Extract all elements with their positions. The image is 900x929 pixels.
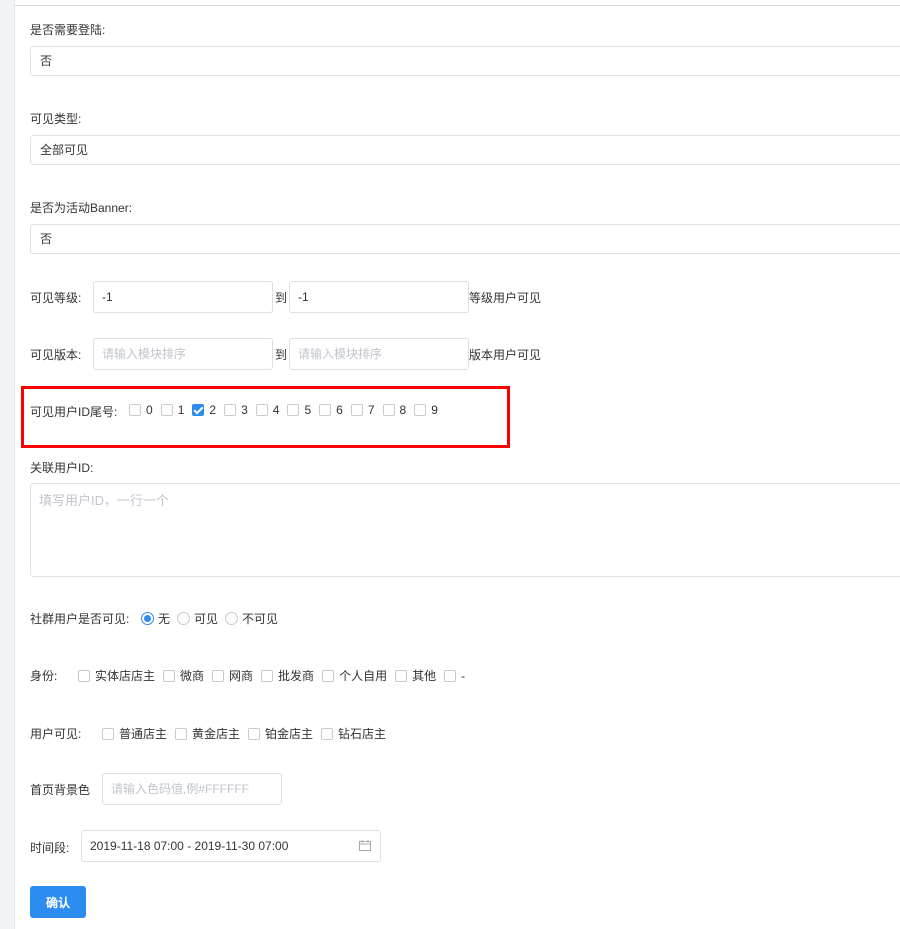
id-tail-option-9[interactable]: 9 xyxy=(414,403,438,417)
level-to-text: 到 xyxy=(275,291,288,305)
identity-option-dash[interactable]: - xyxy=(444,669,465,683)
checkbox-icon[interactable] xyxy=(261,669,274,682)
level-to-input[interactable] xyxy=(289,281,469,313)
activity-banner-select[interactable]: 否 xyxy=(30,224,900,254)
visible-level-label: 可见等级: xyxy=(30,291,82,305)
id-tail-option-3[interactable]: 3 xyxy=(224,403,248,417)
time-range-picker[interactable]: 2019-11-18 07:00 - 2019-11-30 07:00 xyxy=(81,830,381,862)
checkbox-icon[interactable] xyxy=(319,404,332,416)
identity-option-personal-use[interactable]: 个人自用 xyxy=(322,667,387,684)
time-range-label: 时间段: xyxy=(30,841,70,855)
checkbox-icon[interactable] xyxy=(287,404,300,416)
id-tail-option-7[interactable]: 7 xyxy=(350,403,375,417)
time-range-value: 2019-11-18 07:00 - 2019-11-30 07:00 xyxy=(90,839,289,853)
id-tail-option-0[interactable]: 0 xyxy=(129,403,153,417)
identity-option-store-owner[interactable]: 实体店店主 xyxy=(78,667,155,684)
community-option-none[interactable]: 无 xyxy=(141,610,170,627)
login-required-label: 是否需要登陆: xyxy=(30,23,106,37)
checkbox-icon[interactable] xyxy=(444,669,457,682)
version-to-text: 到 xyxy=(275,348,288,362)
checkbox-checked-icon[interactable] xyxy=(192,404,205,416)
identity-option-wholesaler[interactable]: 批发商 xyxy=(261,667,314,684)
radio-checked-icon[interactable] xyxy=(141,612,154,625)
checkbox-icon[interactable] xyxy=(102,727,114,740)
id-tail-option-6[interactable]: 6 xyxy=(319,403,343,417)
checkbox-icon[interactable] xyxy=(248,727,261,740)
checkbox-icon[interactable] xyxy=(255,404,268,416)
id-tail-option-2[interactable]: 2 xyxy=(192,403,216,417)
checkbox-icon[interactable] xyxy=(163,669,176,682)
activity-banner-label: 是否为活动Banner: xyxy=(30,201,133,215)
version-from-input[interactable] xyxy=(93,338,273,370)
visible-type-select[interactable]: 全部可见 xyxy=(30,135,900,165)
identity-label: 身份: xyxy=(30,669,58,683)
id-tail-option-4[interactable]: 4 xyxy=(255,403,279,417)
user-visible-option-gold[interactable]: 黄金店主 xyxy=(175,725,240,742)
level-from-input[interactable] xyxy=(93,281,273,313)
checkbox-icon[interactable] xyxy=(321,727,334,740)
related-user-id-textarea[interactable] xyxy=(30,483,900,577)
login-required-select[interactable]: 否 xyxy=(30,46,900,76)
checkbox-icon[interactable] xyxy=(224,404,237,416)
checkbox-icon[interactable] xyxy=(322,669,335,682)
identity-option-online-seller[interactable]: 网商 xyxy=(212,667,253,684)
user-visible-option-platinum[interactable]: 铂金店主 xyxy=(248,725,313,742)
community-visible-label: 社群用户是否可见: xyxy=(30,612,130,626)
community-option-invisible[interactable]: 不可见 xyxy=(225,610,278,627)
checkbox-icon[interactable] xyxy=(212,669,225,682)
bg-color-label: 首页背景色 xyxy=(30,783,91,797)
top-divider xyxy=(15,0,900,6)
checkbox-icon[interactable] xyxy=(78,669,90,682)
id-tail-option-1[interactable]: 1 xyxy=(160,403,184,417)
level-suffix-text: 等级用户可见 xyxy=(469,291,542,305)
checkbox-icon[interactable] xyxy=(160,404,173,416)
identity-option-wechat-seller[interactable]: 微商 xyxy=(163,667,204,684)
user-visible-option-diamond[interactable]: 钻石店主 xyxy=(321,725,386,742)
version-suffix-text: 版本用户可见 xyxy=(469,348,542,362)
identity-checkbox-group: 实体店店主 微商 网商 批发商 个人自用 其他 - xyxy=(78,667,473,684)
checkbox-icon[interactable] xyxy=(382,404,395,416)
checkbox-icon[interactable] xyxy=(350,404,363,416)
version-to-input[interactable] xyxy=(289,338,469,370)
checkbox-icon[interactable] xyxy=(395,669,408,682)
checkbox-icon[interactable] xyxy=(414,404,427,416)
related-user-id-label: 关联用户ID: xyxy=(30,461,94,475)
identity-option-other[interactable]: 其他 xyxy=(395,667,436,684)
confirm-button[interactable]: 确认 xyxy=(30,886,86,918)
user-visible-label: 用户可见: xyxy=(30,727,82,741)
id-tail-label: 可见用户ID尾号: xyxy=(30,405,118,419)
id-tail-option-5[interactable]: 5 xyxy=(287,403,311,417)
id-tail-checkbox-group: 0 1 2 3 4 5 6 7 8 9 xyxy=(129,403,446,417)
left-sidebar-edge xyxy=(0,0,15,929)
calendar-icon[interactable] xyxy=(359,840,371,851)
community-option-visible[interactable]: 可见 xyxy=(177,610,218,627)
bg-color-input[interactable] xyxy=(102,773,282,805)
radio-icon[interactable] xyxy=(225,612,239,625)
visible-type-label: 可见类型: xyxy=(30,112,82,126)
radio-icon[interactable] xyxy=(177,612,191,625)
checkbox-icon[interactable] xyxy=(129,404,141,416)
visible-version-label: 可见版本: xyxy=(30,348,82,362)
user-visible-option-regular[interactable]: 普通店主 xyxy=(102,725,167,742)
checkbox-icon[interactable] xyxy=(175,727,188,740)
user-visible-checkbox-group: 普通店主 黄金店主 铂金店主 钻石店主 xyxy=(102,725,394,742)
community-radio-group: 无 可见 不可见 xyxy=(141,610,285,627)
id-tail-option-8[interactable]: 8 xyxy=(382,403,406,417)
